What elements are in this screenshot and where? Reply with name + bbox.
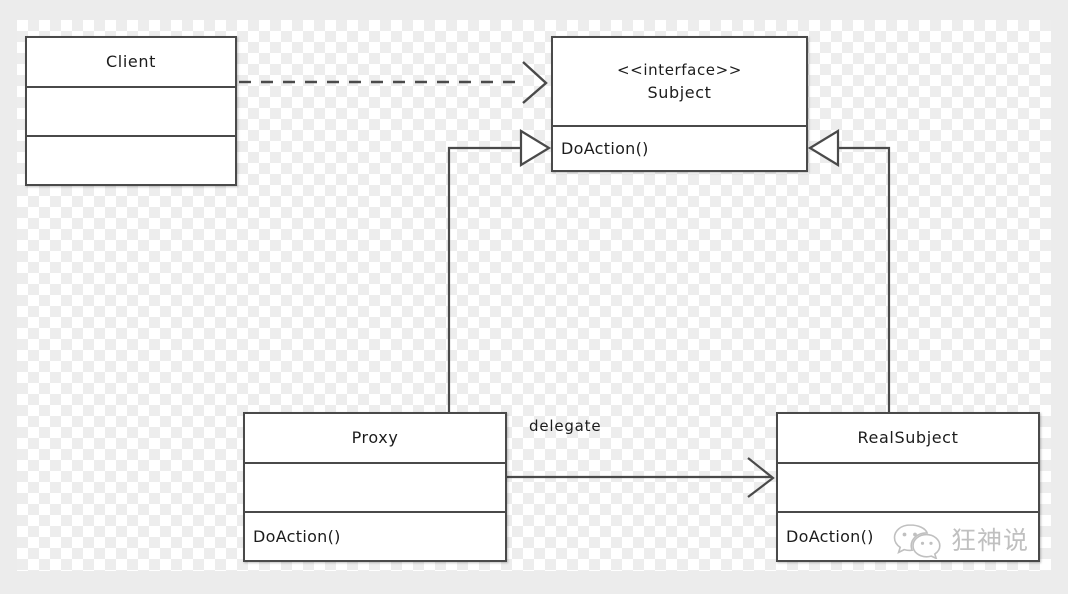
realsubject-name-compartment: RealSubject (778, 414, 1038, 462)
realsubject-operations: DoAction() (786, 527, 874, 546)
diagram-root: Subject : dashed dependency with open ar… (0, 0, 1068, 594)
class-box-subject[interactable]: <<interface>> Subject DoAction() (551, 36, 808, 172)
class-box-realsubject[interactable]: RealSubject DoAction() (776, 412, 1040, 562)
client-attributes-compartment (27, 86, 235, 135)
proxy-name-compartment: Proxy (245, 414, 505, 462)
edge-label-delegate: delegate (529, 417, 602, 435)
proxy-class-name: Proxy (351, 428, 399, 447)
realsubject-attributes-compartment (778, 462, 1038, 511)
realsubject-class-name: RealSubject (857, 428, 959, 447)
edge-client-to-subject (239, 61, 548, 104)
subject-class-name: Subject (647, 82, 712, 102)
proxy-operations: DoAction() (253, 527, 341, 546)
class-box-proxy[interactable]: Proxy DoAction() (243, 412, 507, 562)
subject-operations: DoAction() (561, 139, 649, 158)
subject-operations-compartment: DoAction() (553, 125, 806, 170)
client-class-name: Client (106, 52, 156, 71)
edge-proxy-to-subject (447, 129, 552, 412)
edge-proxy-to-realsubject (507, 457, 775, 498)
proxy-operations-compartment: DoAction() (245, 511, 505, 560)
client-operations-compartment (27, 135, 235, 184)
edge-realsubject-to-subject (807, 129, 891, 412)
subject-name-compartment: <<interface>> Subject (553, 38, 806, 125)
proxy-attributes-compartment (245, 462, 505, 511)
class-box-client[interactable]: Client (25, 36, 237, 186)
subject-stereotype: <<interface>> (617, 60, 742, 79)
realsubject-operations-compartment: DoAction() (778, 511, 1038, 560)
client-name-compartment: Client (27, 38, 235, 86)
